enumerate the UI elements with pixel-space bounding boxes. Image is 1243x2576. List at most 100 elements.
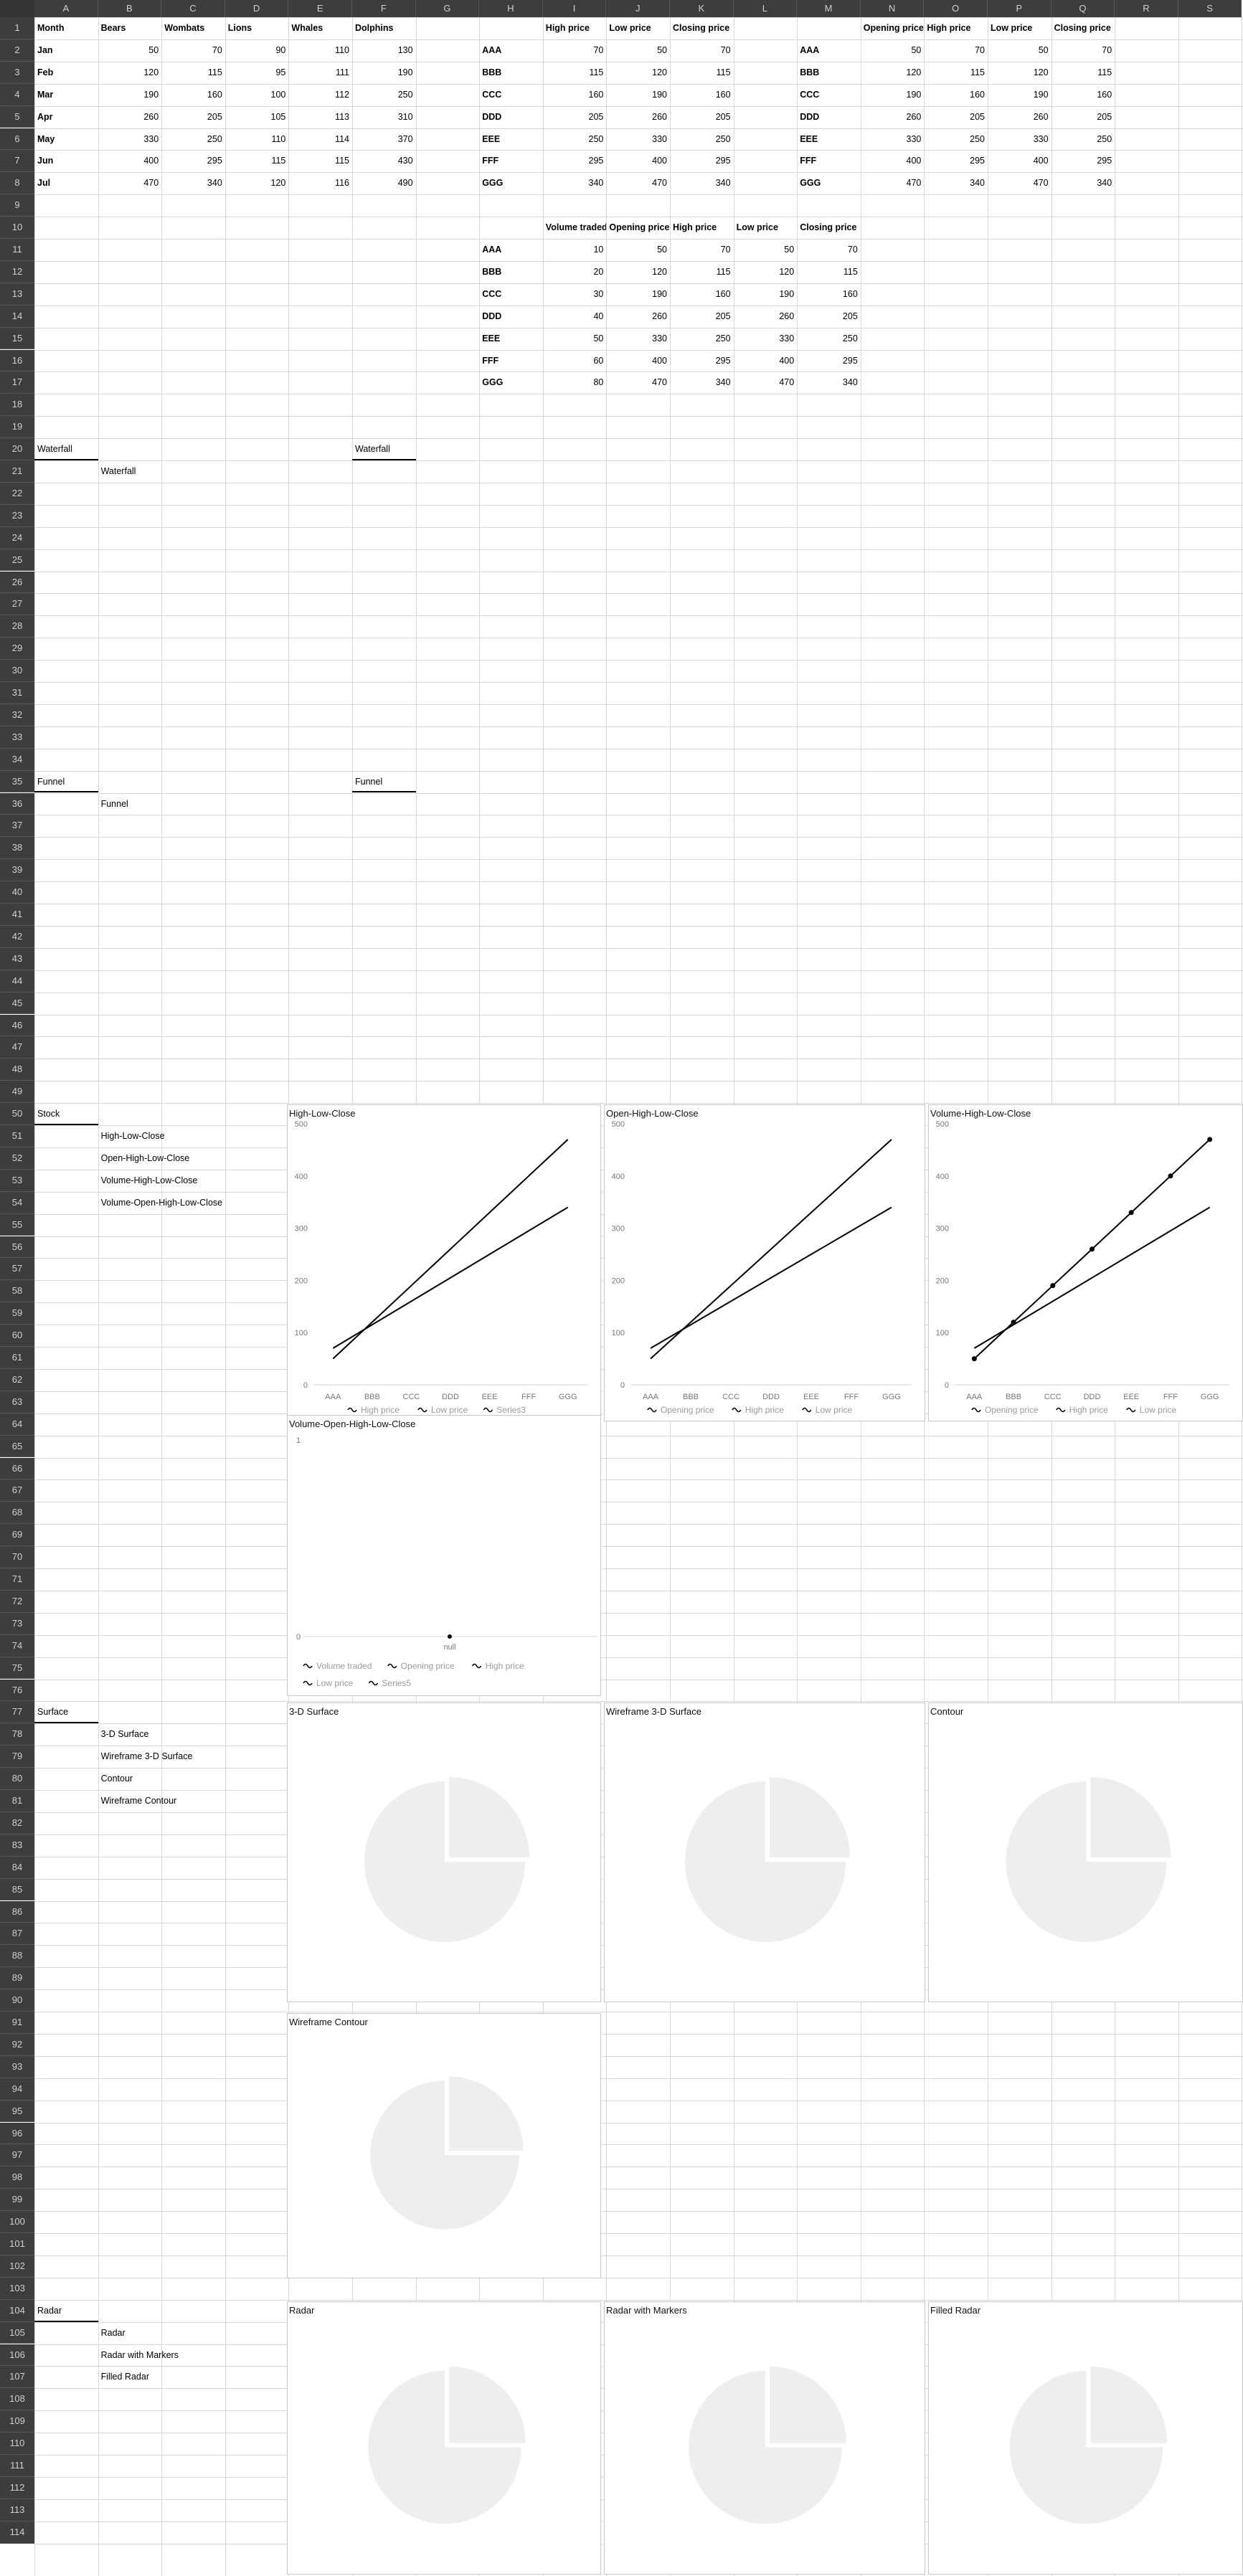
row-header[interactable]: 55 [0,1213,34,1236]
row-header[interactable]: 96 [0,2122,34,2145]
chart-type-label[interactable]: Wireframe Contour [98,1790,225,1812]
cell-value[interactable]: 50 [606,239,670,261]
cell-value[interactable]: 160 [543,84,607,106]
cell-value[interactable]: 330 [606,328,670,350]
column-heading[interactable]: Whales [288,17,352,39]
cell-value[interactable]: 115 [797,261,861,283]
row-header[interactable]: 31 [0,682,34,704]
chart-wireframe-3d-surface[interactable]: Wireframe 3-D Surface [604,1703,925,2003]
category-title[interactable]: Stock [34,1103,98,1125]
row-header[interactable]: 26 [0,571,34,594]
column-heading[interactable]: Closing price [1051,17,1115,39]
row-header[interactable]: 21 [0,460,34,483]
cell-value[interactable]: 205 [924,106,988,128]
cell-value[interactable]: 160 [924,84,988,106]
cell-value[interactable]: 120 [734,261,798,283]
row-header[interactable]: 73 [0,1612,34,1635]
row-header[interactable]: 1 [0,17,34,39]
chart-type-label[interactable]: Wireframe 3-D Surface [98,1746,225,1768]
cell-value[interactable]: 470 [734,371,798,394]
row-header[interactable]: 88 [0,1945,34,1968]
row-header[interactable]: 69 [0,1524,34,1547]
cell-value[interactable]: 330 [606,128,670,151]
column-header-m[interactable]: M [797,0,861,17]
cell-value[interactable]: 490 [352,172,416,194]
cell-value[interactable]: 400 [988,150,1051,172]
row-header[interactable]: 105 [0,2321,34,2344]
chart-type-label[interactable]: Filled Radar [98,2366,225,2388]
row-header[interactable]: 114 [0,2521,34,2544]
cell-value[interactable]: 50 [606,39,670,62]
row-label[interactable]: GGG [797,172,861,194]
cell-value[interactable]: 90 [225,39,289,62]
chart-type-label[interactable]: Waterfall [98,460,225,483]
cell-value[interactable]: 120 [861,62,925,84]
column-header-j[interactable]: J [606,0,670,17]
column-heading[interactable]: Opening price [861,17,925,39]
column-heading[interactable]: Low price [734,217,798,239]
cell-value[interactable]: 250 [352,84,416,106]
row-header[interactable]: 20 [0,438,34,460]
row-label[interactable]: Jun [34,150,98,172]
cell-value[interactable]: 205 [670,306,734,328]
row-header[interactable]: 51 [0,1125,34,1147]
row-label[interactable]: DDD [479,306,543,328]
column-header-p[interactable]: P [988,0,1051,17]
row-header[interactable]: 79 [0,1746,34,1768]
row-header[interactable]: 86 [0,1900,34,1923]
cell-value[interactable]: 30 [543,283,607,306]
row-header[interactable]: 48 [0,1059,34,1081]
cell-value[interactable]: 260 [606,106,670,128]
column-heading[interactable]: High price [543,17,607,39]
row-header[interactable]: 107 [0,2366,34,2389]
row-header[interactable]: 70 [0,1546,34,1568]
cell-value[interactable]: 400 [734,350,798,372]
row-header[interactable]: 41 [0,904,34,926]
cell-value[interactable]: 295 [543,150,607,172]
row-header[interactable]: 90 [0,1989,34,2012]
row-header[interactable]: 47 [0,1036,34,1059]
row-header[interactable]: 78 [0,1723,34,1746]
row-header[interactable]: 18 [0,394,34,417]
cell-value[interactable]: 40 [543,306,607,328]
chart-volume-open-high-low-close[interactable]: Volume-Open-High-Low-Close 1 0 null Volume t… [287,1414,601,1696]
cell-value[interactable]: 50 [98,39,162,62]
column-header-h[interactable]: H [479,0,543,17]
row-header[interactable]: 108 [0,2388,34,2411]
row-header[interactable]: 50 [0,1103,34,1125]
cell-value[interactable]: 70 [924,39,988,62]
row-header[interactable]: 111 [0,2455,34,2477]
cell-value[interactable]: 340 [1051,172,1115,194]
row-header[interactable]: 37 [0,815,34,838]
row-header[interactable]: 77 [0,1701,34,1724]
row-header[interactable]: 61 [0,1347,34,1369]
row-header[interactable]: 2 [0,39,34,62]
row-header[interactable]: 27 [0,593,34,616]
row-header[interactable]: 80 [0,1768,34,1790]
row-label[interactable]: Feb [34,62,98,84]
cell-value[interactable]: 205 [161,106,225,128]
row-header[interactable]: 85 [0,1878,34,1901]
cell-value[interactable]: 260 [98,106,162,128]
column-heading[interactable]: Dolphins [352,17,416,39]
row-header[interactable]: 45 [0,992,34,1015]
cell-value[interactable]: 205 [543,106,607,128]
row-header[interactable]: 52 [0,1147,34,1170]
row-header[interactable]: 76 [0,1679,34,1702]
column-header-n[interactable]: N [860,0,925,17]
cell-value[interactable]: 340 [670,371,734,394]
column-header-f[interactable]: F [352,0,416,17]
cell-value[interactable]: 340 [670,172,734,194]
cell-value[interactable]: 20 [543,261,607,283]
cell-value[interactable]: 70 [543,39,607,62]
cell-value[interactable]: 116 [288,172,352,194]
cell-value[interactable]: 115 [543,62,607,84]
row-header[interactable]: 82 [0,1812,34,1834]
cell-value[interactable]: 160 [670,84,734,106]
row-header[interactable]: 34 [0,748,34,771]
cell-value[interactable]: 470 [606,172,670,194]
row-label[interactable]: GGG [479,371,543,394]
cell-value[interactable]: 295 [1051,150,1115,172]
column-heading[interactable]: Low price [988,17,1051,39]
cell-value[interactable]: 115 [670,261,734,283]
